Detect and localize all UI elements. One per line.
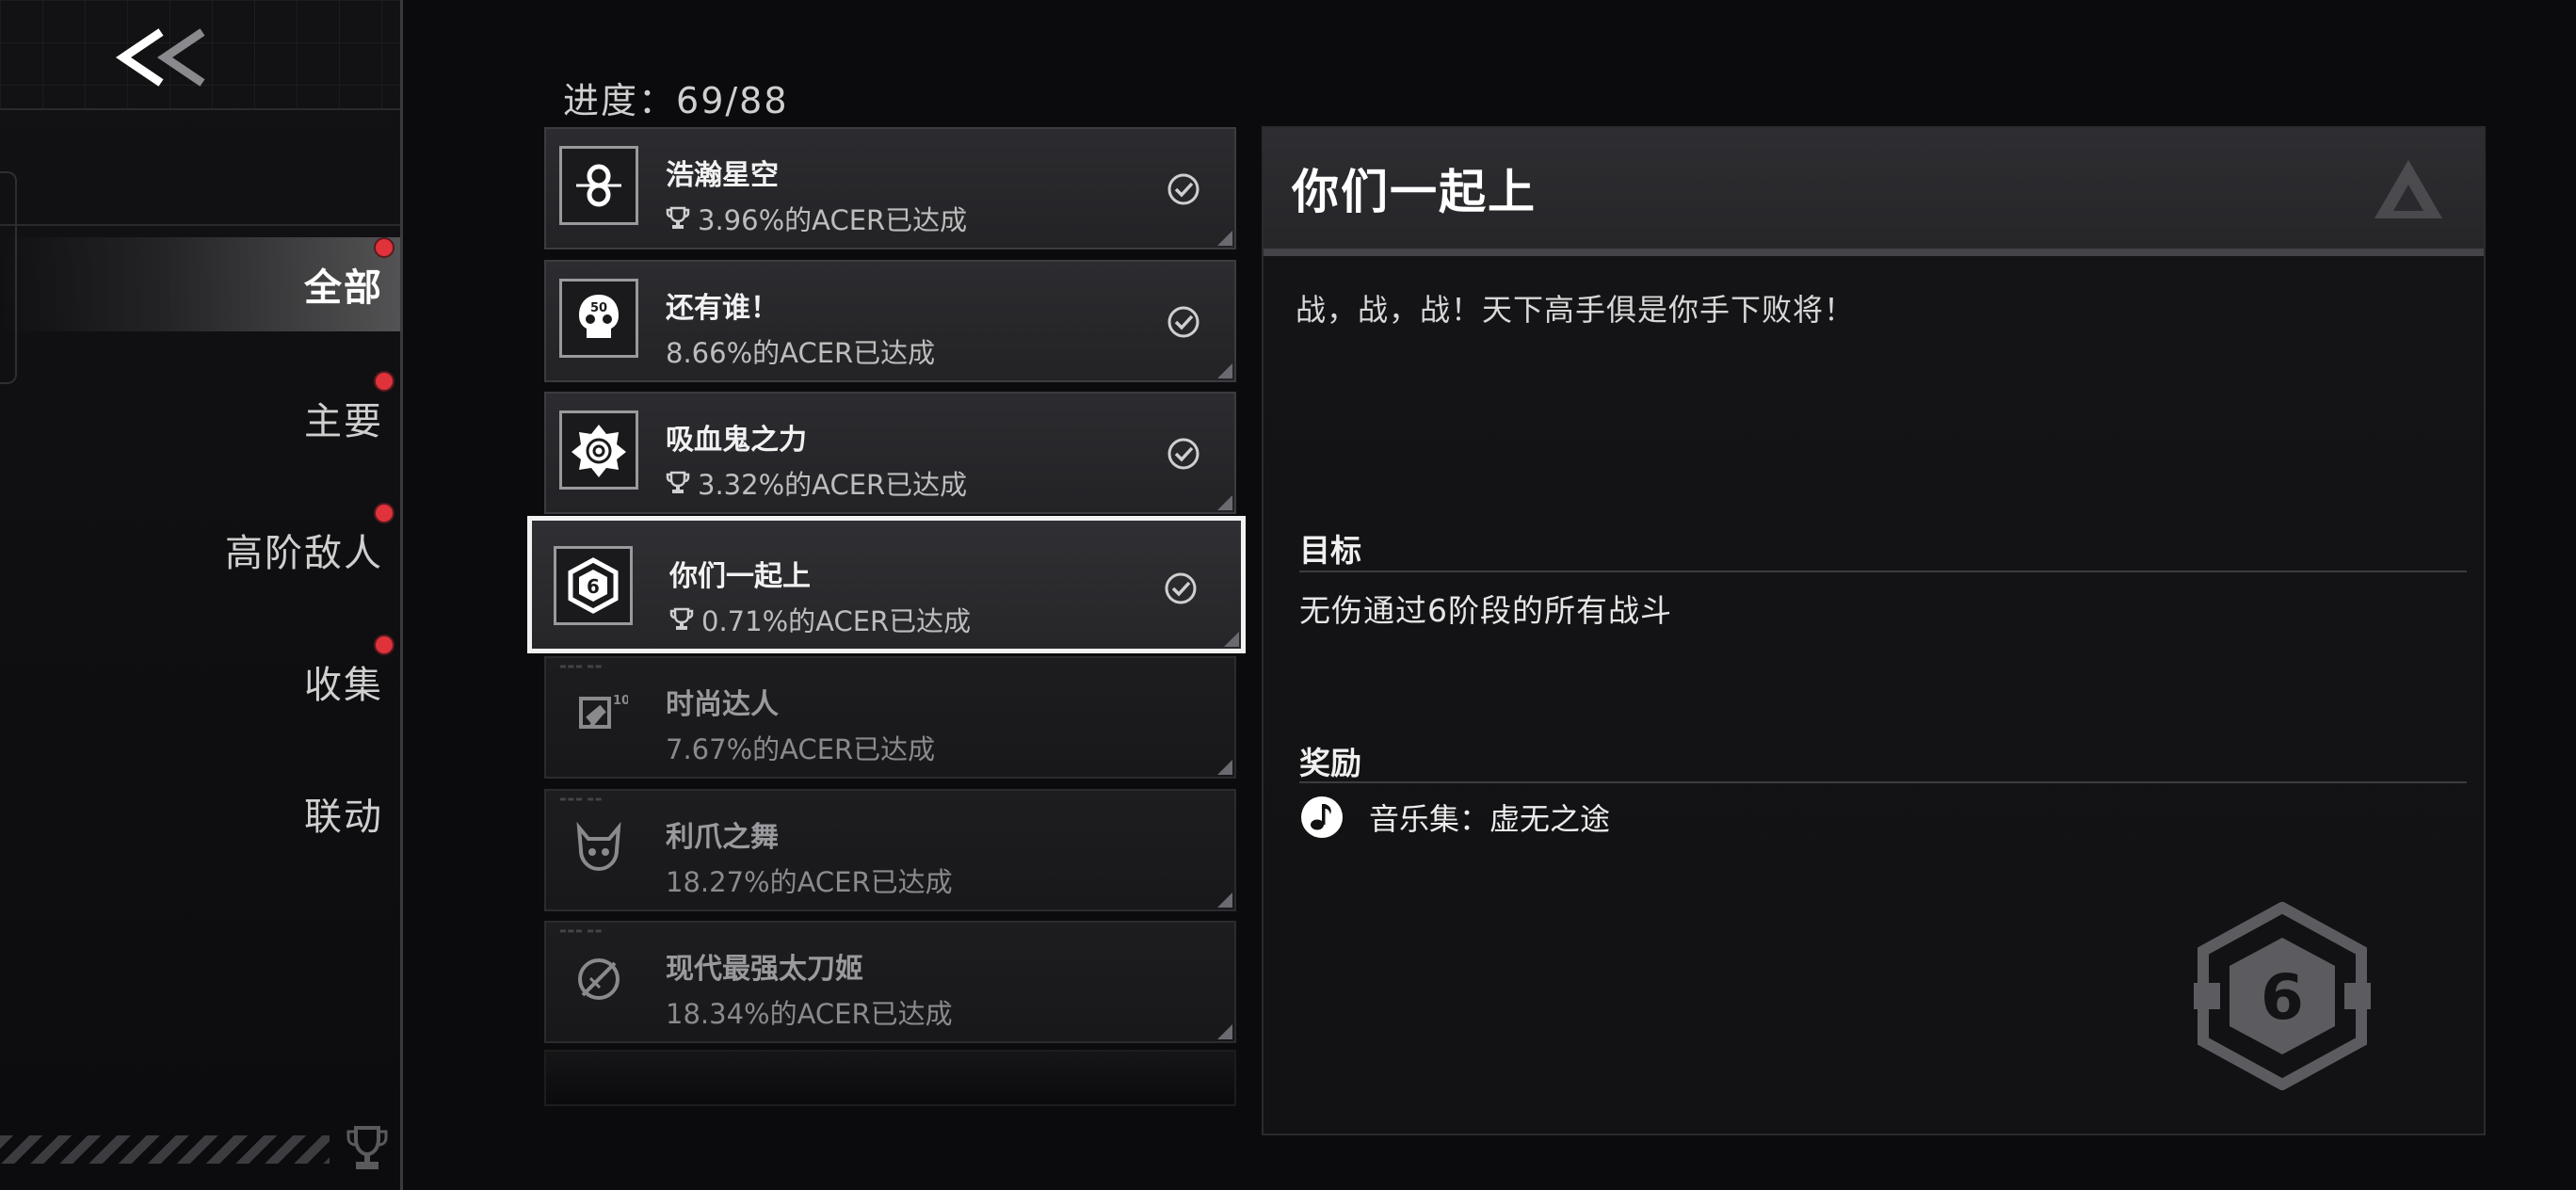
achievement-item[interactable]: 50 还有谁！ 8.66%的ACER已达成 <box>544 260 1236 382</box>
skull-50-icon: 50 <box>559 279 638 358</box>
reward-text: 音乐集：虚无之途 <box>1369 801 1611 837</box>
nav-item-collection[interactable]: 收集 <box>0 635 400 729</box>
achievement-rate: 3.32%的ACER已达成 <box>666 463 967 503</box>
svg-text:50: 50 <box>590 301 607 315</box>
achievement-detail-panel: 你们一起上 战，战，战！天下高手俱是你手下败将！ 目标 无伤通过6阶段的所有战斗… <box>1262 126 2486 1135</box>
achievement-title: 现代最强太刀姬 <box>666 953 863 986</box>
music-note-icon <box>1301 796 1343 838</box>
achievement-title: 时尚达人 <box>666 688 779 721</box>
goal-text: 无伤通过6阶段的所有战斗 <box>1299 592 1672 629</box>
divider <box>0 108 400 110</box>
achievement-item[interactable]: 浩瀚星空 3.96%的ACER已达成 <box>544 127 1236 249</box>
trophy-icon <box>346 1126 388 1169</box>
achievement-title: 利爪之舞 <box>666 821 779 854</box>
detail-header: 你们一起上 <box>1264 128 2484 256</box>
tag-decoration: ▬▬▬ ▬▬ <box>559 926 604 935</box>
achievement-rate: 18.34%的ACER已达成 <box>666 998 953 1030</box>
achievement-item-locked[interactable]: ▬▬▬ ▬▬ 10 时尚达人 7.67%的ACER已达成 <box>544 656 1236 779</box>
notification-dot <box>374 237 394 258</box>
achievement-item-partial <box>544 1050 1236 1106</box>
corner-decoration <box>1217 495 1232 510</box>
game-logo-icon <box>2375 160 2442 218</box>
svg-text:10: 10 <box>613 694 628 708</box>
hatch-decoration <box>0 1135 330 1164</box>
divider <box>0 224 400 226</box>
check-circle-icon <box>1167 306 1199 338</box>
achievement-title: 还有谁！ <box>666 292 779 325</box>
achievement-item-locked[interactable]: ▬▬▬ ▬▬ 现代最强太刀姬 18.34%的ACER已达成 <box>544 921 1236 1043</box>
corner-decoration <box>1217 760 1232 775</box>
trophy-icon <box>666 471 690 493</box>
corner-decoration <box>1224 632 1239 647</box>
check-circle-icon <box>1167 438 1199 470</box>
progress-counter: 进度：69/88 <box>563 80 789 121</box>
svg-text:6: 6 <box>2261 961 2304 1034</box>
corner-decoration <box>1217 892 1232 908</box>
tag-decoration: ▬▬▬ ▬▬ <box>559 662 604 670</box>
infinity-orbit-icon <box>559 146 638 225</box>
check-circle-icon <box>1167 173 1199 205</box>
detail-title: 你们一起上 <box>1292 165 1537 219</box>
trophy-icon <box>669 607 694 630</box>
achievement-rate: 3.96%的ACER已达成 <box>666 199 967 238</box>
sidebar: 全部 主要 高阶敌人 收集 联动 <box>0 0 403 1190</box>
trophy-icon <box>666 206 690 229</box>
achievement-rate: 8.66%的ACER已达成 <box>666 337 936 369</box>
hexagon-6-icon: 6 <box>554 546 633 625</box>
double-chevron-left-icon <box>115 28 205 87</box>
tag-decoration: ▬▬▬ ▬▬ <box>559 795 604 803</box>
reward-label: 奖励 <box>1299 745 1361 781</box>
corner-decoration <box>1217 1024 1232 1039</box>
hammer-10-icon: 10 <box>559 675 638 754</box>
divider <box>1299 571 2467 572</box>
goal-label: 目标 <box>1299 532 1361 569</box>
achievement-title: 吸血鬼之力 <box>666 424 807 457</box>
hexagon-6-icon: 6 <box>2194 902 2371 1090</box>
rose-icon <box>559 410 638 490</box>
cat-face-icon <box>559 808 638 887</box>
notification-dot <box>374 371 394 392</box>
achievement-rate: 7.67%的ACER已达成 <box>666 733 936 765</box>
corner-decoration <box>1217 231 1232 246</box>
achievement-title: 浩瀚星空 <box>666 159 779 192</box>
detail-description: 战，战，战！天下高手俱是你手下败将！ <box>1296 292 1856 328</box>
nav-item-advanced-enemies[interactable]: 高阶敌人 <box>0 503 400 597</box>
notification-dot <box>374 635 394 655</box>
nav-item-main[interactable]: 主要 <box>0 371 400 465</box>
check-circle-icon <box>1165 572 1197 604</box>
corner-decoration <box>1217 363 1232 378</box>
achievement-rate: 0.71%的ACER已达成 <box>669 600 971 639</box>
back-button[interactable] <box>111 24 215 90</box>
reward-item: 音乐集：虚无之途 <box>1299 795 1610 840</box>
achievement-rate: 18.27%的ACER已达成 <box>666 866 953 898</box>
sword-circle-icon <box>559 940 638 1019</box>
achievement-title: 你们一起上 <box>669 560 811 593</box>
achievement-item-selected[interactable]: 6 你们一起上 0.71%的ACER已达成 <box>527 516 1246 653</box>
svg-text:6: 6 <box>587 575 600 598</box>
achievement-item-locked[interactable]: ▬▬▬ ▬▬ 利爪之舞 18.27%的ACER已达成 <box>544 789 1236 911</box>
achievement-item[interactable]: 吸血鬼之力 3.32%的ACER已达成 <box>544 392 1236 514</box>
nav-item-all[interactable]: 全部 <box>0 237 400 331</box>
notification-dot <box>374 503 394 523</box>
nav-item-collab[interactable]: 联动 <box>0 766 400 860</box>
divider <box>1299 781 2467 783</box>
